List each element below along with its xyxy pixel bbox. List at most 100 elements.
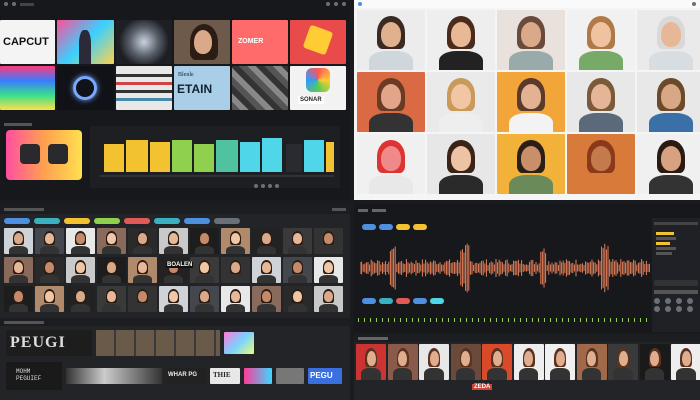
clip-thumb[interactable] (221, 286, 250, 312)
filmstrip-thumb[interactable] (419, 344, 449, 380)
clip-thumb[interactable] (35, 228, 64, 254)
media-tile-text-stack[interactable] (116, 66, 172, 110)
text-effect-peugi[interactable]: PEUGI (6, 330, 92, 356)
media-tile-brand[interactable] (290, 20, 346, 64)
category-tab[interactable] (214, 218, 240, 224)
portrait-tile[interactable] (637, 134, 700, 194)
portrait-tile[interactable] (427, 134, 495, 194)
clip-thumb[interactable] (314, 286, 343, 312)
filmstrip-thumb[interactable] (608, 344, 638, 380)
volume-icon[interactable] (275, 184, 279, 188)
portrait-tile[interactable] (357, 72, 425, 132)
category-tab[interactable] (94, 218, 120, 224)
stop-icon[interactable] (261, 184, 265, 188)
clip-thumb[interactable] (35, 286, 64, 312)
track-tag[interactable] (396, 224, 410, 230)
search-icon[interactable] (12, 2, 16, 6)
timeline-ruler[interactable] (358, 318, 648, 322)
filmstrip-thumb[interactable] (671, 344, 700, 380)
portrait-tile[interactable] (497, 10, 565, 70)
control-button[interactable] (654, 298, 660, 304)
text-effect-prism[interactable] (224, 332, 254, 354)
effect-preview-card[interactable] (6, 130, 82, 180)
audio-waveform[interactable] (360, 238, 650, 298)
filmstrip-thumb[interactable] (545, 344, 575, 380)
track-tag[interactable] (362, 298, 376, 304)
filmstrip-thumb[interactable] (387, 344, 418, 380)
clip-thumb[interactable] (159, 257, 188, 283)
clip-thumb[interactable] (128, 286, 157, 312)
clip-thumb[interactable] (66, 286, 95, 312)
clip-thumb[interactable] (283, 257, 312, 283)
app-icon[interactable] (358, 2, 362, 6)
category-tab[interactable] (4, 218, 30, 224)
clip-thumb[interactable] (314, 257, 343, 283)
category-tab[interactable] (124, 218, 150, 224)
media-tile-collage[interactable] (232, 66, 288, 110)
clip-thumb[interactable] (159, 228, 188, 254)
media-tile-zomer[interactable]: ZOMER (232, 20, 288, 64)
track-tag[interactable] (379, 298, 393, 304)
clip-thumb[interactable] (190, 228, 219, 254)
media-tile-camera[interactable] (116, 20, 172, 64)
window-control-icon[interactable] (692, 2, 696, 6)
clip-thumb[interactable] (190, 257, 219, 283)
control-button[interactable] (665, 306, 671, 312)
clip-thumb[interactable] (35, 257, 64, 283)
portrait-tile[interactable] (497, 134, 565, 194)
portrait-tile[interactable] (357, 10, 425, 70)
filmstrip-thumb[interactable] (482, 344, 512, 380)
text-effect-thie[interactable]: THIE (210, 368, 240, 384)
track-tag[interactable] (413, 224, 427, 230)
track-tag[interactable] (379, 224, 393, 230)
clip-thumb[interactable] (97, 228, 126, 254)
clip-thumb[interactable] (97, 257, 126, 283)
control-button[interactable] (676, 298, 682, 304)
audio-mixer[interactable] (90, 126, 340, 188)
media-tile-gradient[interactable] (57, 20, 114, 64)
settings-icon[interactable] (326, 2, 330, 6)
category-tab[interactable] (64, 218, 90, 224)
portrait-tile[interactable] (637, 72, 700, 132)
filmstrip-thumb[interactable] (513, 344, 544, 380)
clip-thumb[interactable] (221, 228, 250, 254)
clip-thumb[interactable] (190, 286, 219, 312)
filmstrip-thumb[interactable] (450, 344, 481, 380)
portrait-tile[interactable] (497, 72, 565, 132)
close-icon[interactable] (342, 2, 346, 6)
portrait-tile[interactable] (637, 10, 700, 70)
clip-thumb[interactable] (66, 257, 95, 283)
portrait-tile[interactable] (427, 72, 495, 132)
filmstrip-thumb[interactable] (356, 344, 386, 380)
category-tab[interactable] (154, 218, 180, 224)
category-tab[interactable] (184, 218, 210, 224)
text-effect-pegu[interactable]: PEGU (308, 368, 342, 384)
media-tile-ring[interactable] (57, 66, 114, 110)
clip-thumb[interactable] (128, 257, 157, 283)
media-tile-portrait[interactable] (174, 20, 230, 64)
clip-thumb[interactable] (252, 286, 281, 312)
clip-thumb[interactable] (97, 286, 126, 312)
clip-thumb[interactable] (221, 257, 250, 283)
text-effect-row-a[interactable] (96, 330, 220, 356)
clip-thumb[interactable] (283, 286, 312, 312)
portrait-tile[interactable] (567, 134, 635, 194)
clip-thumb[interactable] (4, 228, 33, 254)
text-effect-thumb[interactable] (276, 368, 304, 384)
control-button[interactable] (665, 298, 671, 304)
clip-thumb[interactable] (128, 228, 157, 254)
text-effect-whar[interactable]: WHAR PG (166, 368, 206, 384)
clip-thumb[interactable] (252, 257, 281, 283)
portrait-tile[interactable] (567, 72, 635, 132)
media-tile-glitch[interactable] (0, 66, 55, 110)
clip-thumb[interactable] (283, 228, 312, 254)
track-tag[interactable] (396, 298, 410, 304)
menu-icon[interactable] (4, 2, 8, 6)
category-tab[interactable] (34, 218, 60, 224)
clip-thumb[interactable] (4, 286, 33, 312)
control-button[interactable] (687, 306, 693, 312)
loop-icon[interactable] (268, 184, 272, 188)
filmstrip-thumb[interactable] (639, 344, 670, 380)
text-effect-waveform[interactable] (66, 368, 162, 384)
play-icon[interactable] (254, 184, 258, 188)
